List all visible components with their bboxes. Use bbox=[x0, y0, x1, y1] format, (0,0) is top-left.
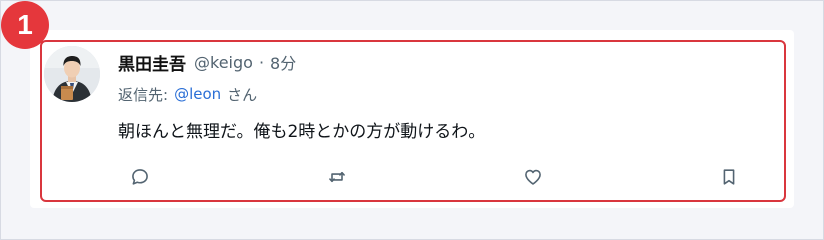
post-time[interactable]: 8分 bbox=[270, 50, 296, 74]
reply-suffix: さん bbox=[227, 85, 258, 104]
post-text: 朝ほんと無理だ。俺も2時とかの方が動けるわ。 bbox=[118, 121, 486, 142]
like-button[interactable] bbox=[517, 161, 549, 193]
bookmark-icon bbox=[723, 169, 735, 185]
repost-icon bbox=[329, 171, 345, 183]
bookmark-button[interactable] bbox=[713, 161, 745, 193]
like-icon bbox=[525, 169, 541, 185]
separator-dot: · bbox=[258, 52, 265, 72]
author-handle[interactable]: @keigo bbox=[194, 53, 253, 72]
post-header: 黒田圭吾 @keigo · 8分 bbox=[118, 50, 296, 75]
avatar-image bbox=[44, 46, 100, 102]
reply-context: 返信先: @leon さん bbox=[118, 83, 257, 105]
repost-button[interactable] bbox=[321, 161, 353, 193]
avatar[interactable] bbox=[44, 46, 100, 102]
post-actions bbox=[0, 160, 824, 194]
reply-mention-link[interactable]: @leon bbox=[174, 85, 221, 103]
step-number-badge: 1 bbox=[1, 1, 49, 49]
reply-prefix: 返信先: bbox=[118, 85, 169, 104]
reply-button[interactable] bbox=[124, 161, 156, 193]
author-name[interactable]: 黒田圭吾 bbox=[118, 50, 186, 75]
reply-icon bbox=[132, 169, 148, 185]
